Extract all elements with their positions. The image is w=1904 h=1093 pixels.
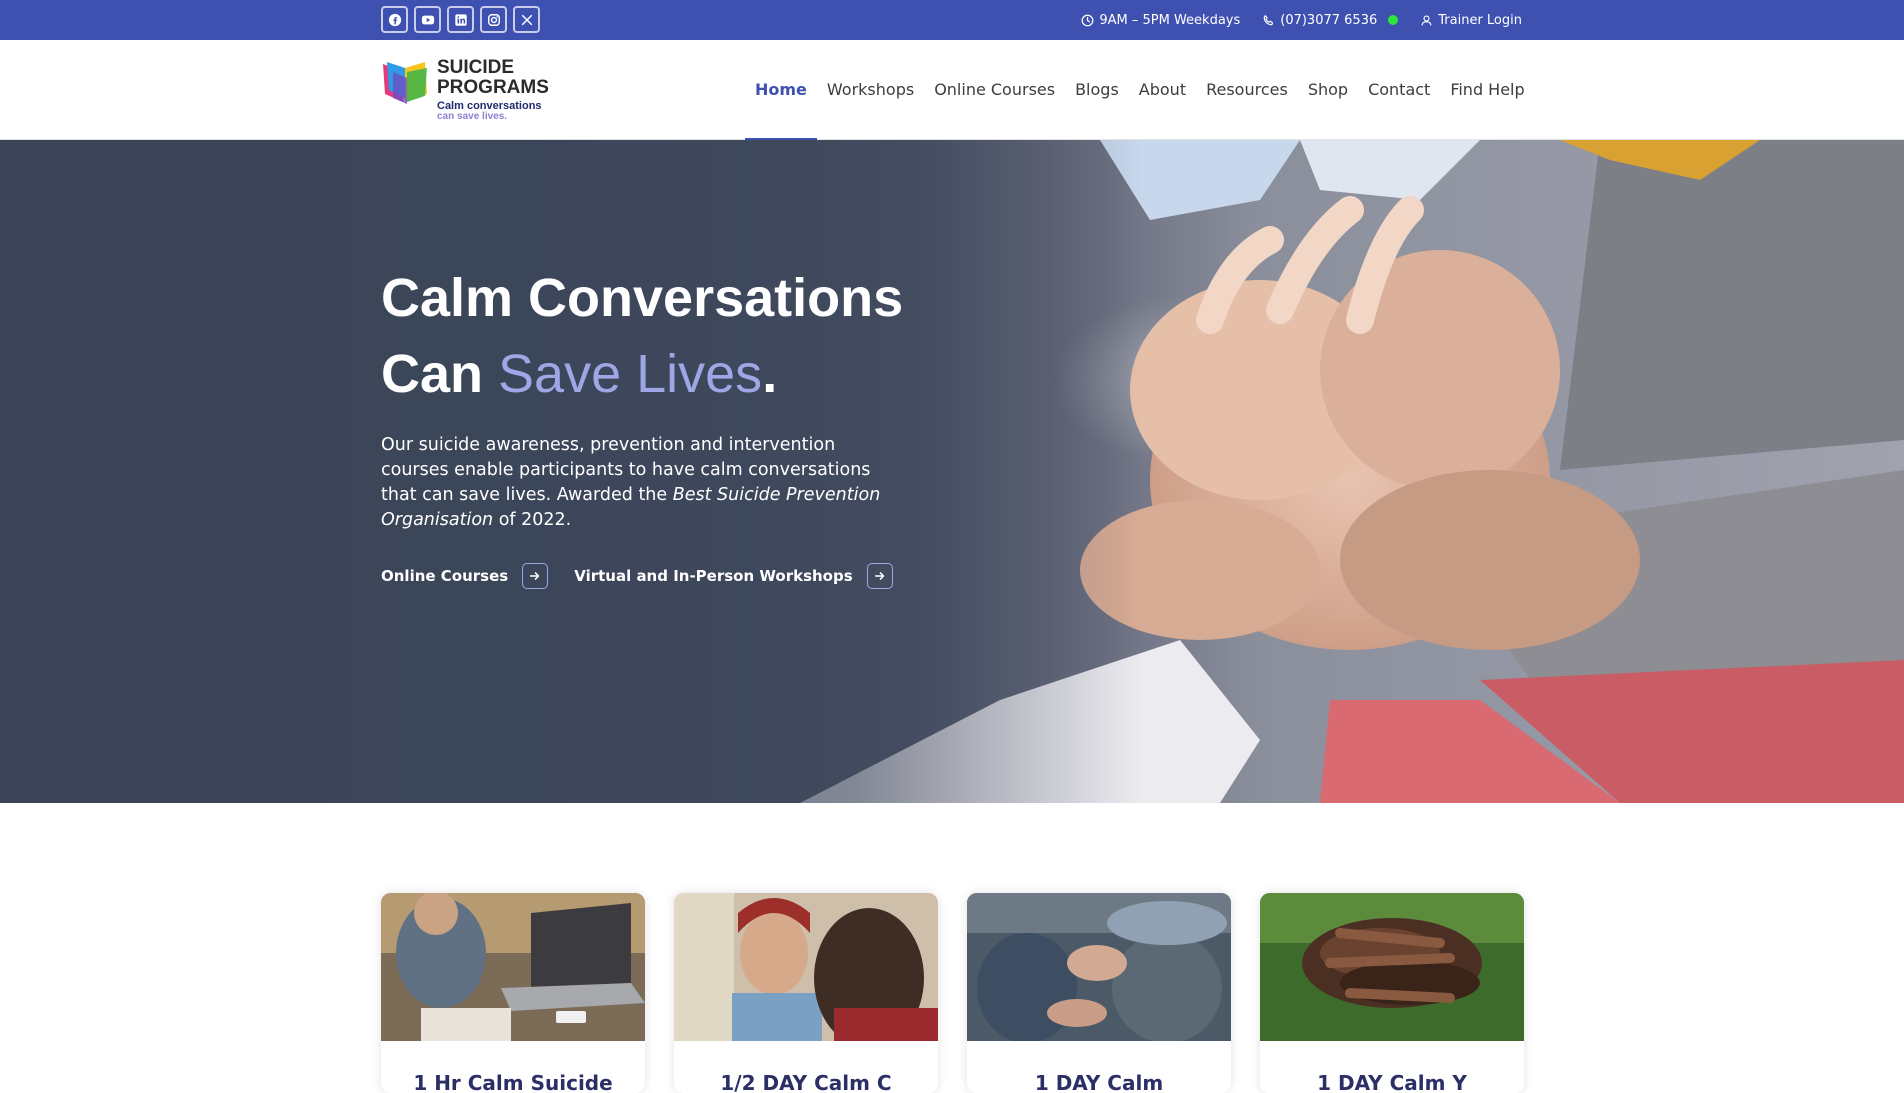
hero-title: Calm Conversations Can Save Lives. bbox=[381, 260, 903, 412]
book-logo-icon bbox=[381, 58, 431, 110]
card-title: 1 DAY Calm Y bbox=[1317, 1071, 1467, 1093]
site-header: SUICIDE PROGRAMS Calm conversations can … bbox=[0, 40, 1904, 141]
course-card[interactable]: 1 DAY Calm bbox=[967, 893, 1231, 1093]
online-status-dot bbox=[1388, 15, 1399, 25]
hero-title-line1: Calm Conversations bbox=[381, 268, 904, 328]
workshops-link[interactable]: Virtual and In-Person Workshops bbox=[574, 563, 893, 589]
hero-links: Online Courses Virtual and In-Person Wor… bbox=[381, 563, 893, 589]
x-twitter-icon[interactable] bbox=[513, 6, 540, 33]
main-nav: Home Workshops Online Courses Blogs Abou… bbox=[745, 40, 1535, 141]
nav-item-workshops[interactable]: Workshops bbox=[817, 40, 924, 140]
course-card[interactable]: 1 DAY Calm Y bbox=[1260, 893, 1524, 1093]
nav-item-find-help[interactable]: Find Help bbox=[1440, 40, 1534, 140]
site-logo[interactable]: SUICIDE PROGRAMS Calm conversations can … bbox=[381, 58, 549, 122]
card-image-conversation bbox=[674, 893, 938, 1041]
nav-item-about[interactable]: About bbox=[1129, 40, 1196, 140]
arrow-right-icon bbox=[866, 563, 893, 589]
course-card[interactable]: 1 Hr Calm Suicide bbox=[381, 893, 645, 1093]
card-image-laptop bbox=[381, 893, 645, 1041]
nav-item-resources[interactable]: Resources bbox=[1196, 40, 1298, 140]
youtube-icon[interactable] bbox=[414, 6, 441, 33]
card-image-hands bbox=[1260, 893, 1524, 1041]
logo-line2: PROGRAMS bbox=[437, 77, 549, 98]
top-info: 9AM – 5PM Weekdays (07)3077 6536 Trainer… bbox=[1081, 0, 1522, 40]
phone-link[interactable]: (07)3077 6536 bbox=[1262, 12, 1399, 28]
phone-text: (07)3077 6536 bbox=[1280, 12, 1378, 28]
nav-item-blogs[interactable]: Blogs bbox=[1065, 40, 1129, 140]
online-courses-link[interactable]: Online Courses bbox=[381, 563, 549, 589]
top-bar: 9AM – 5PM Weekdays (07)3077 6536 Trainer… bbox=[0, 0, 1904, 40]
card-title: 1 Hr Calm Suicide bbox=[413, 1071, 613, 1093]
workshops-link-label: Virtual and In-Person Workshops bbox=[574, 567, 853, 585]
hero-title-accent: Save Lives bbox=[498, 344, 763, 404]
hero-title-line2-start: Can bbox=[381, 344, 499, 404]
linkedin-icon[interactable] bbox=[447, 6, 474, 33]
hero-title-line2-end: . bbox=[762, 344, 778, 404]
card-title: 1/2 DAY Calm C bbox=[720, 1071, 892, 1093]
logo-tagline2: can save lives. bbox=[437, 111, 508, 122]
course-card[interactable]: 1/2 DAY Calm C bbox=[674, 893, 938, 1093]
nav-item-shop[interactable]: Shop bbox=[1298, 40, 1358, 140]
hero-desc-part2: of 2022. bbox=[493, 510, 572, 530]
instagram-icon[interactable] bbox=[480, 6, 507, 33]
nav-item-contact[interactable]: Contact bbox=[1358, 40, 1440, 140]
logo-line1: SUICIDE bbox=[437, 57, 515, 78]
user-icon bbox=[1421, 14, 1432, 25]
hero-hands-image bbox=[0, 140, 1904, 803]
trainer-login-label: Trainer Login bbox=[1438, 12, 1522, 28]
card-title: 1 DAY Calm bbox=[1034, 1071, 1164, 1093]
social-links bbox=[381, 6, 540, 33]
nav-item-home[interactable]: Home bbox=[745, 40, 817, 141]
online-courses-link-label: Online Courses bbox=[381, 567, 509, 585]
hours-text: 9AM – 5PM Weekdays bbox=[1099, 12, 1241, 28]
facebook-icon[interactable] bbox=[381, 6, 408, 33]
hero-section: Calm Conversations Can Save Lives. Our s… bbox=[0, 140, 1904, 803]
logo-text: SUICIDE PROGRAMS Calm conversations can … bbox=[437, 58, 549, 122]
hours-info: 9AM – 5PM Weekdays bbox=[1081, 13, 1240, 28]
course-cards: 1 Hr Calm Suicide 1/2 DAY Calm C 1 DAY C… bbox=[381, 893, 1524, 1093]
clock-icon bbox=[1081, 14, 1094, 26]
phone-icon bbox=[1263, 14, 1274, 25]
hero-description: Our suicide awareness, prevention and in… bbox=[381, 433, 901, 533]
trainer-login-link[interactable]: Trainer Login bbox=[1420, 13, 1522, 28]
card-image-group bbox=[967, 893, 1231, 1041]
nav-item-online-courses[interactable]: Online Courses bbox=[924, 40, 1065, 140]
arrow-right-icon bbox=[522, 563, 549, 589]
